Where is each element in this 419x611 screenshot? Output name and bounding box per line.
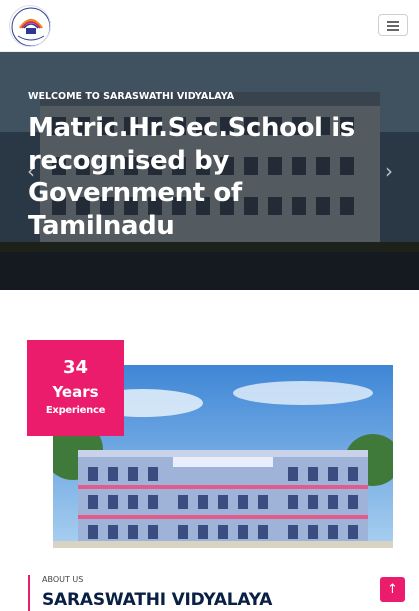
experience-number: 34	[62, 357, 89, 378]
hero-title: Matric.Hr.Sec.School is recognised by Go…	[28, 113, 355, 241]
chevron-right-icon[interactable]: ›	[380, 156, 398, 186]
hamburger-icon[interactable]	[378, 14, 408, 36]
experience-unit: Years	[52, 383, 99, 401]
about-title: SARASWATHI VIDYALAYA	[42, 590, 273, 610]
experience-label: Experience	[45, 405, 106, 416]
hamburger-bar	[387, 25, 399, 27]
arrow-up-icon[interactable]: ↑	[380, 577, 405, 602]
school-logo-icon[interactable]	[9, 5, 51, 47]
hamburger-bar	[387, 21, 399, 23]
site-header	[0, 0, 419, 52]
hero-carousel: WELCOME TO SARASWATHI VIDYALAYA Matric.H…	[0, 52, 419, 290]
hero-eyebrow: WELCOME TO SARASWATHI VIDYALAYA	[28, 91, 235, 102]
hamburger-bar	[387, 29, 399, 31]
about-accent-bar	[28, 575, 30, 611]
experience-badge: 34 Years Experience	[27, 340, 124, 436]
chevron-left-icon[interactable]: ‹	[22, 156, 40, 186]
about-label: ABOUT US	[42, 575, 84, 584]
